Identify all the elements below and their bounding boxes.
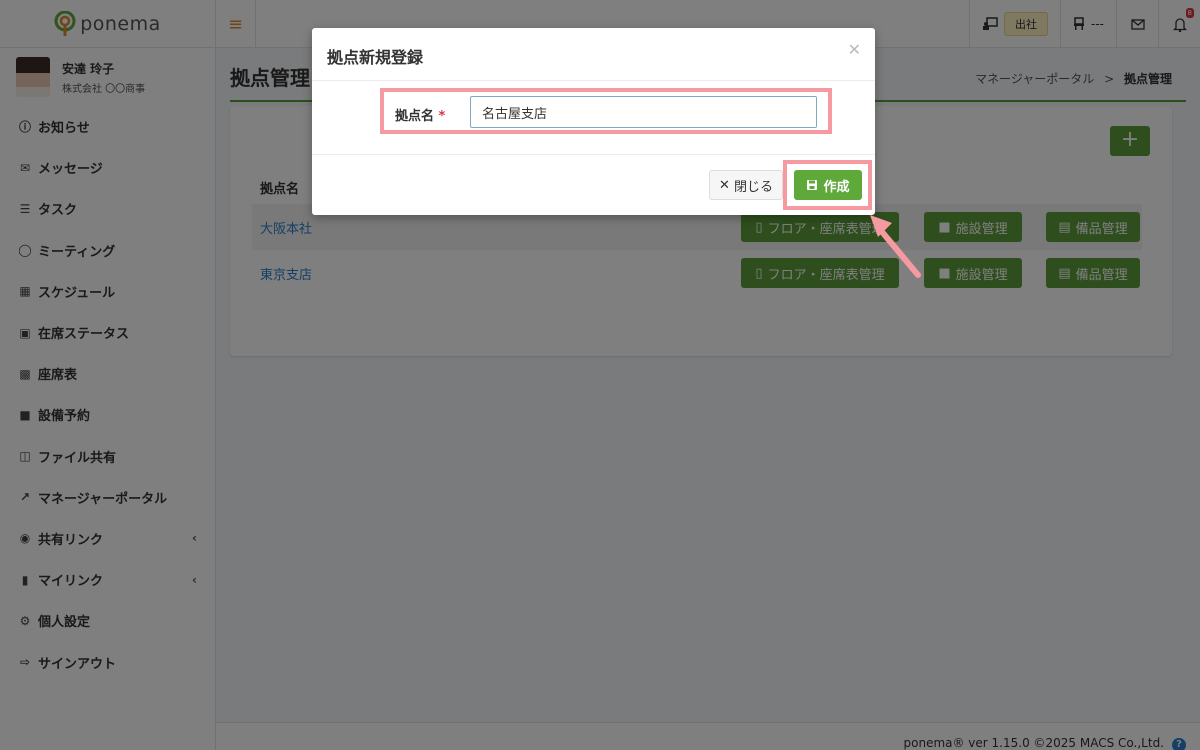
- modal-header: 拠点新規登録 ✕: [312, 28, 875, 81]
- modal-title: 拠点新規登録: [327, 48, 424, 67]
- pointer-arrow-annotation: [870, 215, 921, 278]
- create-button-highlight: 作成: [783, 160, 872, 210]
- location-name-field-highlight: 拠点名 *: [380, 88, 832, 134]
- location-name-label: 拠点名 *: [395, 109, 446, 124]
- close-icon[interactable]: ✕: [848, 40, 861, 59]
- button-label: 閉じる: [733, 179, 773, 195]
- close-button[interactable]: ✕ 閉じる: [709, 170, 783, 200]
- save-icon: [807, 180, 818, 190]
- modal-footer: ✕ 閉じる 作成: [312, 154, 875, 215]
- button-label: 作成: [823, 179, 850, 195]
- new-location-modal: 拠点新規登録 ✕ 拠点名 * ✕閉じる 作成: [312, 28, 875, 215]
- close-icon: ✕: [719, 177, 730, 193]
- create-button[interactable]: 作成: [794, 170, 862, 200]
- location-name-input[interactable]: [470, 96, 817, 128]
- required-mark: *: [438, 109, 446, 124]
